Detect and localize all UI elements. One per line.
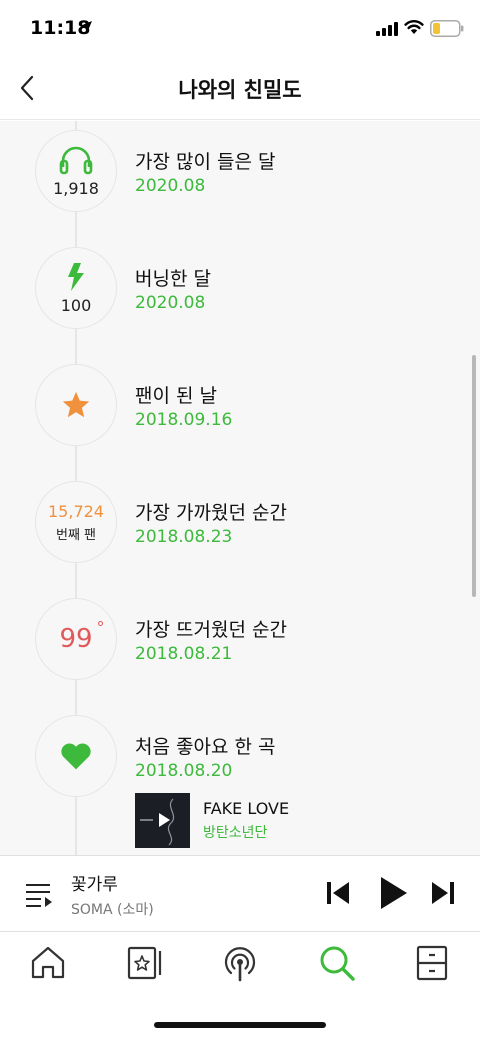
fan-number-label: 번째 팬 — [55, 527, 96, 543]
timeline-title: 가장 가까웠던 순간 — [135, 502, 287, 524]
timeline-date: 2018.08.21 — [135, 644, 233, 664]
cellular-signal-icon — [376, 22, 398, 36]
album-art[interactable] — [135, 793, 190, 848]
timeline-title: 팬이 된 날 — [135, 385, 217, 407]
now-playing-artist[interactable]: SOMA (소마) — [71, 899, 154, 919]
lightning-icon — [68, 262, 84, 291]
timeline-item-became-fan: 팬이 된 날 2018.09.16 — [0, 355, 480, 472]
timeline-title: 가장 뜨거웠던 순간 — [135, 619, 287, 641]
play-button[interactable] — [378, 876, 408, 910]
timeline-item-hottest-moment: 99 ° 가장 뜨거웠던 순간 2018.08.21 — [0, 589, 480, 706]
timeline-badge — [35, 715, 117, 797]
tab-bar — [0, 933, 480, 1039]
timeline-date: 2020.08 — [135, 293, 206, 313]
timeline-item-burning-month: 100 버닝한 달 2020.08 — [0, 238, 480, 355]
degree-symbol: ° — [96, 618, 105, 637]
previous-track-button[interactable] — [325, 880, 351, 906]
headphones-icon — [59, 146, 93, 174]
library-tab-icon[interactable] — [412, 943, 452, 983]
now-playing-title[interactable]: 꽃가루 — [71, 870, 118, 895]
podcast-tab-icon[interactable] — [220, 943, 260, 983]
timeline-badge — [35, 364, 117, 446]
timeline-badge: 100 — [35, 247, 117, 329]
burning-count: 100 — [60, 295, 92, 315]
status-bar: 11:18 — [0, 0, 480, 56]
header: 나와의 친밀도 — [0, 56, 480, 120]
timeline-date: 2018.08.20 — [135, 761, 233, 781]
star-icon — [62, 391, 90, 418]
home-indicator — [154, 1022, 326, 1028]
timeline-badge: 1,918 — [35, 130, 117, 212]
liked-song-title[interactable]: FAKE LOVE — [203, 799, 289, 818]
liked-song-artist[interactable]: 방탄소년단 — [203, 822, 267, 842]
timeline-item-closest-moment: 15,724 번째 팬 가장 가까웠던 순간 2018.08.23 — [0, 472, 480, 589]
next-track-button[interactable] — [430, 880, 456, 906]
scrollbar[interactable] — [472, 355, 476, 597]
fan-number: 15,724 — [48, 501, 104, 521]
page-title: 나와의 친밀도 — [178, 78, 302, 102]
storage-tab-icon[interactable] — [125, 943, 165, 983]
location-arrow-icon — [80, 21, 92, 33]
search-tab-icon[interactable] — [317, 943, 357, 983]
timeline-item-most-listened-month: 1,918 가장 많이 들은 달 2020.08 — [0, 121, 480, 238]
temperature-value: 99 ° — [59, 618, 104, 654]
timeline-title: 가장 많이 들은 달 — [135, 151, 276, 173]
mini-player[interactable]: 꽃가루 SOMA (소마) — [0, 855, 480, 932]
intimacy-timeline[interactable]: 1,918 가장 많이 들은 달 2020.08 100 버닝한 달 2020.… — [0, 121, 480, 855]
timeline-date: 2018.09.16 — [135, 410, 233, 430]
heart-icon — [61, 743, 91, 770]
temperature-number: 99 — [59, 624, 93, 654]
timeline-title: 버닝한 달 — [135, 268, 211, 290]
battery-icon — [430, 20, 464, 37]
timeline-title: 처음 좋아요 한 곡 — [135, 736, 276, 758]
home-tab-icon[interactable] — [28, 943, 68, 983]
playlist-button[interactable] — [24, 879, 54, 909]
timeline-date: 2020.08 — [135, 176, 206, 196]
listen-count: 1,918 — [53, 178, 99, 198]
timeline-date: 2018.08.23 — [135, 527, 233, 547]
wifi-icon — [404, 20, 424, 34]
album-art-image — [135, 793, 190, 848]
timeline-badge: 15,724 번째 팬 — [35, 481, 117, 563]
timeline-badge: 99 ° — [35, 598, 117, 680]
